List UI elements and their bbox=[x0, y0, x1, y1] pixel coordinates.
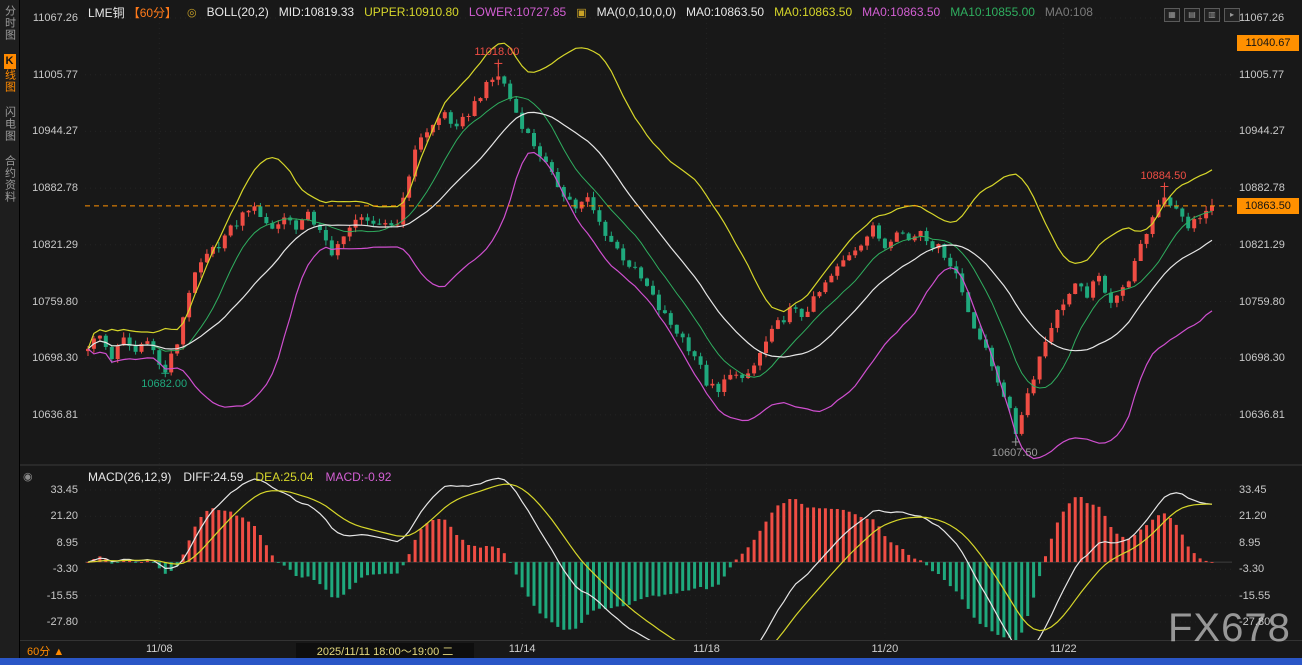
macd-label: MACD(26,12,9) bbox=[88, 470, 171, 484]
ma-value: MA10:10855.00 bbox=[950, 5, 1035, 19]
rows-layout-icon[interactable]: ▤ bbox=[1184, 8, 1200, 22]
bottom-scrollbar[interactable] bbox=[0, 658, 1302, 665]
x-axis-date: 11/14 bbox=[502, 643, 542, 655]
sidebar-item-contract[interactable]: 合约资料 bbox=[2, 155, 18, 203]
chevron-up-icon: ▲ bbox=[53, 646, 64, 658]
crosshair-time-label: 2025/11/11 18:00～19:00 二 bbox=[296, 643, 474, 659]
chart-canvas[interactable] bbox=[0, 0, 1302, 665]
sidebar-item-kline[interactable]: K线图 bbox=[2, 54, 18, 93]
macd-chart bbox=[85, 478, 1232, 665]
x-axis-date: 11/18 bbox=[687, 643, 727, 655]
ma-settings-icon[interactable]: ▣ bbox=[576, 6, 586, 19]
chart-type-sidebar: 分时图 K线图闪电图合约资料 bbox=[0, 0, 20, 665]
sidebar-item-flash[interactable]: 闪电图 bbox=[2, 106, 18, 142]
boll-lower-value: LOWER:10727.85 bbox=[469, 5, 566, 19]
price-chart bbox=[86, 43, 1214, 458]
ma-group-label: MA(0,0,10,0,0) bbox=[597, 5, 676, 19]
boll-upper-value: UPPER:10910.80 bbox=[364, 5, 459, 19]
sidebar-item-timeshare[interactable]: 分时图 bbox=[2, 5, 18, 41]
ma-value: MA0:10863.50 bbox=[862, 5, 940, 19]
layout-controls: ▦ ▤ ▥ ▸ bbox=[1164, 8, 1240, 22]
macd-hist-value: MACD:-0.92 bbox=[325, 470, 391, 484]
macd-header: MACD(26,12,9) DIFF:24.59 DEA:25.04 MACD:… bbox=[88, 470, 391, 484]
columns-layout-icon[interactable]: ▥ bbox=[1204, 8, 1220, 22]
macd-settings-icon[interactable]: ◉ bbox=[23, 470, 33, 483]
macd-dea-value: DEA:25.04 bbox=[255, 470, 313, 484]
symbol-name: LME铜 bbox=[88, 4, 125, 21]
grid-layout-icon[interactable]: ▦ bbox=[1164, 8, 1180, 22]
period-selector[interactable]: 60分 ▲ bbox=[27, 643, 64, 659]
x-axis-date: 11/22 bbox=[1043, 643, 1083, 655]
x-axis-date: 11/20 bbox=[865, 643, 905, 655]
watermark: FX678 bbox=[1168, 606, 1291, 651]
ma-value: MA0:108 bbox=[1045, 5, 1093, 19]
boll-label: BOLL(20,2) bbox=[207, 5, 269, 19]
macd-diff-value: DIFF:24.59 bbox=[183, 470, 243, 484]
boll-mid-value: MID:10819.33 bbox=[279, 5, 354, 19]
indicator-header: LME铜 【60分】 ◎ BOLL(20,2) MID:10819.33 UPP… bbox=[88, 4, 1093, 20]
trading-terminal: 分时图 K线图闪电图合约资料 LME铜 【60分】 ◎ BOLL(20,2) MI… bbox=[0, 0, 1302, 665]
ma-values: MA0:10863.50 MA0:10863.50 MA0:10863.50 MA10… bbox=[686, 5, 1093, 19]
ma-value: MA0:10863.50 bbox=[774, 5, 852, 19]
ma-value: MA0:10863.50 bbox=[686, 5, 764, 19]
x-axis-date: 11/08 bbox=[139, 643, 179, 655]
symbol-settings-icon[interactable]: ◎ bbox=[187, 6, 197, 19]
period-label: 60分 bbox=[27, 646, 50, 658]
expand-panel-icon[interactable]: ▸ bbox=[1224, 8, 1240, 22]
symbol-period: 【60分】 bbox=[128, 4, 177, 21]
time-axis-bar: 60分 ▲ 2025/11/11 18:00～19:00 二 11/08 11/1… bbox=[19, 640, 1302, 659]
